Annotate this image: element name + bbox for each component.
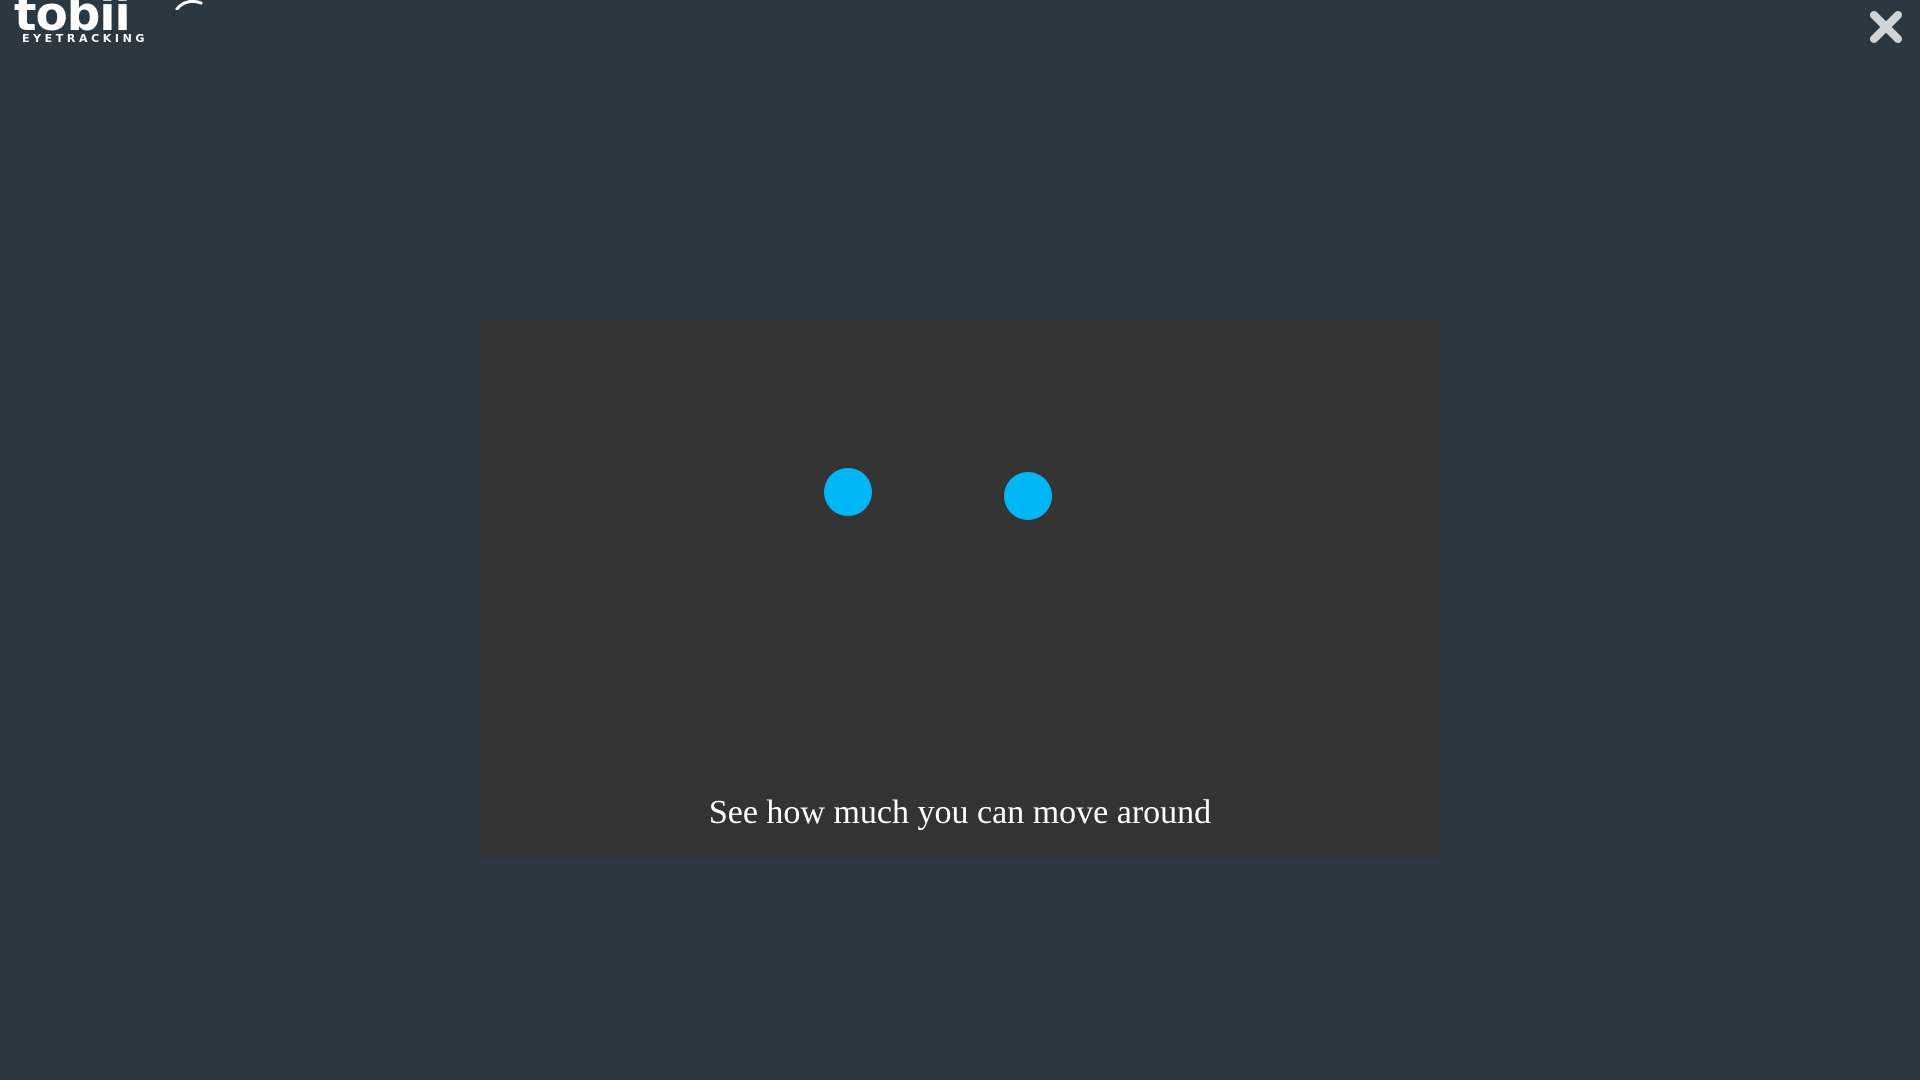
logo-swoosh-icon	[175, 0, 203, 10]
right-eye-indicator	[1004, 472, 1052, 520]
left-eye-indicator	[824, 468, 872, 516]
tobii-logo: tobii EYETRACKING	[14, 0, 203, 48]
close-icon	[1870, 11, 1902, 43]
instruction-text: See how much you can move around	[708, 794, 1212, 831]
logo-subtitle: EYETRACKING	[22, 32, 149, 45]
close-button[interactable]	[1866, 7, 1906, 47]
track-status-panel: See how much you can move around	[480, 320, 1440, 858]
eye-tracker-status-screen: tobii EYETRACKING See how much you can m…	[0, 0, 1920, 1080]
